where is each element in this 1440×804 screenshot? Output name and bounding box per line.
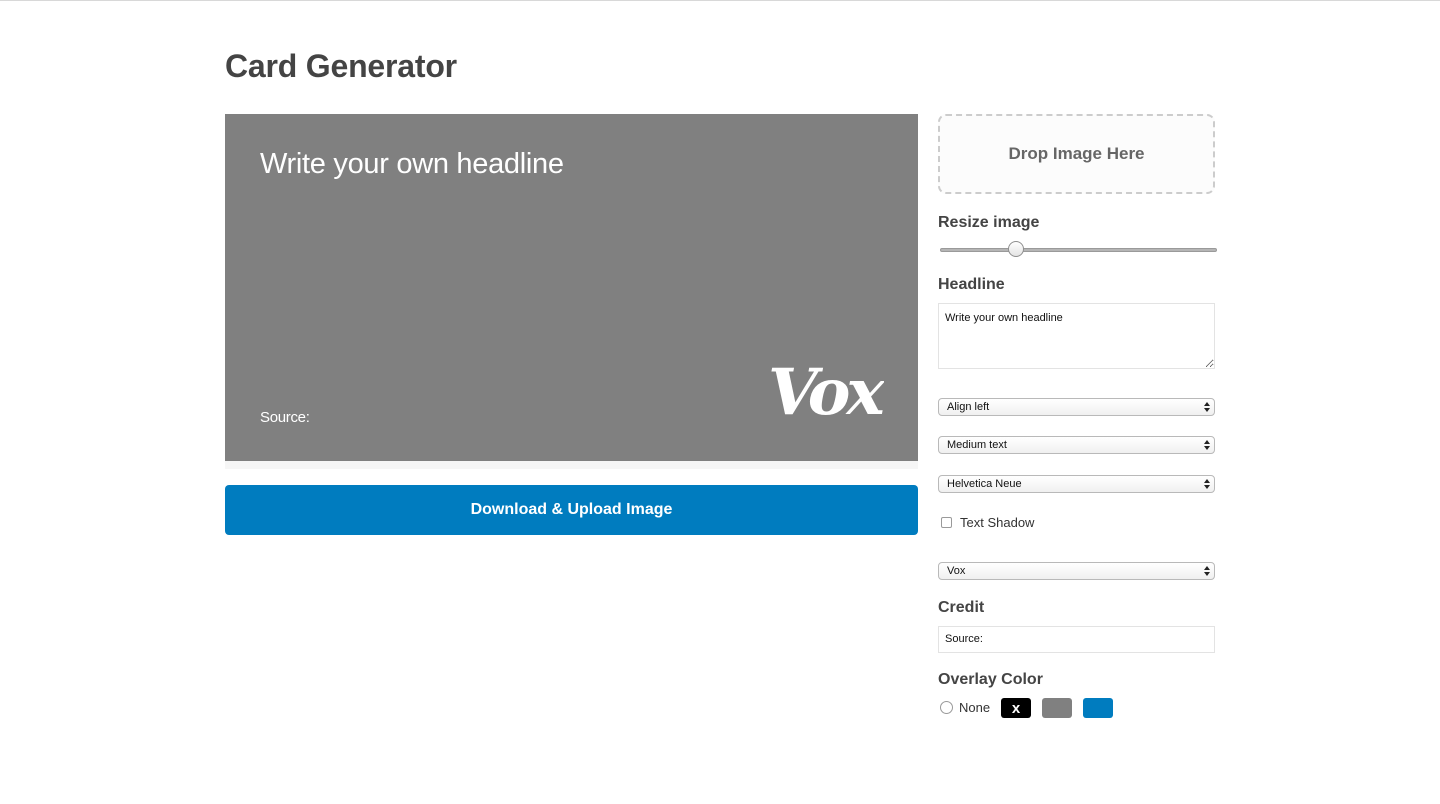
align-select[interactable]: Align left <box>938 398 1215 416</box>
card-preview-shadow <box>225 461 918 469</box>
resize-label: Resize image <box>938 214 1040 231</box>
image-drop-zone[interactable]: Drop Image Here <box>938 114 1215 194</box>
card-source: Source: <box>260 409 310 426</box>
text-shadow-row: Text Shadow <box>941 514 1034 530</box>
download-upload-button[interactable]: Download & Upload Image <box>225 485 918 535</box>
overlay-none-label: None <box>959 700 991 715</box>
credit-input[interactable]: Source: <box>938 626 1215 653</box>
text-size-select[interactable]: Medium text <box>938 436 1215 454</box>
select-arrows-icon <box>1204 440 1210 450</box>
card-headline: Write your own headline <box>260 148 564 180</box>
page-title: Card Generator <box>225 48 457 84</box>
overlay-color-options: None x <box>940 698 1220 718</box>
logo-select[interactable]: Vox <box>938 562 1215 580</box>
headline-label: Headline <box>938 276 1005 293</box>
resize-slider-thumb[interactable] <box>1007 241 1024 257</box>
logo-select-value: Vox <box>947 565 966 577</box>
overlay-swatch-blue[interactable] <box>1083 698 1113 718</box>
select-arrows-icon <box>1204 479 1210 489</box>
vox-logo: Vox <box>768 360 884 430</box>
font-select-value: Helvetica Neue <box>947 478 1022 490</box>
font-select[interactable]: Helvetica Neue <box>938 475 1215 493</box>
credit-label: Credit <box>938 599 985 616</box>
card-preview: Write your own headline Source: Vox <box>225 114 918 461</box>
resize-slider-track[interactable] <box>940 248 1217 252</box>
top-divider <box>0 0 1440 1</box>
overlay-color-label: Overlay Color <box>938 671 1043 688</box>
headline-input[interactable] <box>938 303 1215 369</box>
overlay-none-radio[interactable] <box>940 701 953 714</box>
overlay-swatch-mark: x <box>1011 700 1021 717</box>
text-shadow-checkbox[interactable] <box>941 516 952 528</box>
align-select-value: Align left <box>947 401 990 413</box>
vox-logo-text: Vox <box>768 360 884 430</box>
text-size-select-value: Medium text <box>947 439 1007 451</box>
select-arrows-icon <box>1204 566 1210 576</box>
overlay-swatch-gray[interactable] <box>1042 698 1072 718</box>
text-shadow-label: Text Shadow <box>960 514 1035 530</box>
overlay-swatch-black[interactable]: x <box>1001 698 1031 718</box>
select-arrows-icon <box>1204 402 1210 412</box>
